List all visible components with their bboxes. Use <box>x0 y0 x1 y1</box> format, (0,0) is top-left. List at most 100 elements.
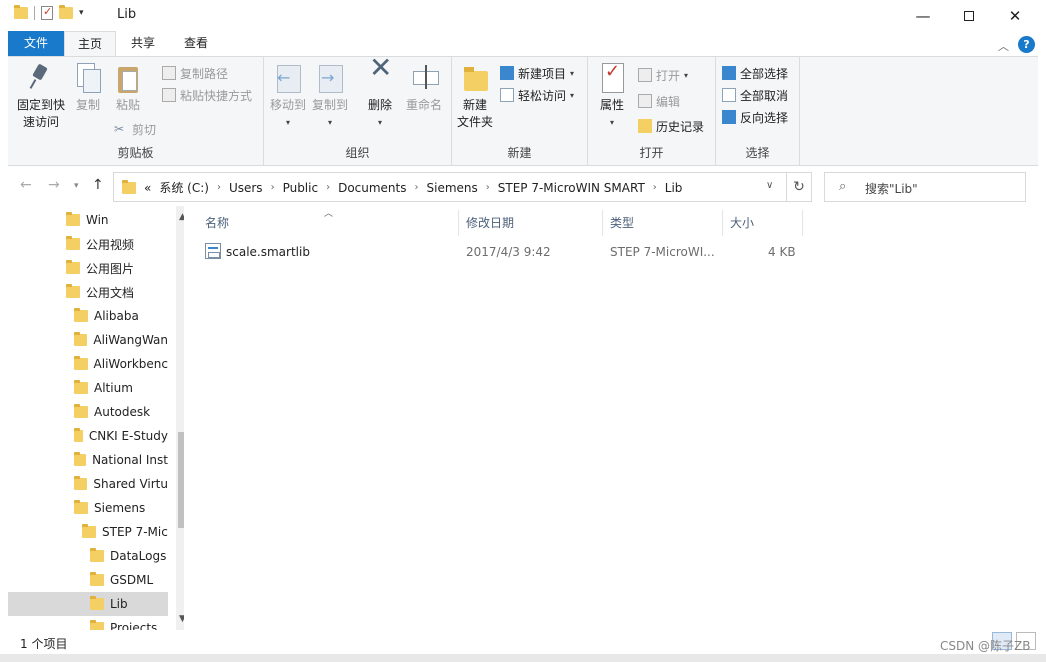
nav-pane-scrollbar[interactable]: ▲ ▼ <box>176 206 184 630</box>
rename-button[interactable]: 重命名 <box>402 63 446 114</box>
chevron-right-icon[interactable]: › <box>271 182 275 193</box>
scrollbar-thumb[interactable] <box>178 432 184 528</box>
tree-item[interactable]: STEP 7-Mic <box>8 520 168 544</box>
breadcrumb-drive[interactable]: 系统 (C:) <box>159 179 209 196</box>
chevron-right-icon[interactable]: › <box>217 182 221 193</box>
tree-item[interactable]: 公用视频 <box>8 232 168 256</box>
address-bar[interactable]: « 系统 (C:) › Users › Public › Documents ›… <box>113 172 787 202</box>
recent-locations-chevron-icon[interactable]: ▾ <box>74 181 79 191</box>
tree-item[interactable]: CNKI E-Study <box>8 424 168 448</box>
cut-button[interactable]: ✂ 剪切 <box>114 120 156 138</box>
tree-item[interactable]: Win <box>8 208 168 232</box>
chevron-right-icon[interactable]: › <box>326 182 330 193</box>
copy-to-icon <box>317 63 343 93</box>
move-to-button[interactable]: 移动到 ▾ <box>268 63 308 131</box>
history-button[interactable]: 历史记录 <box>638 117 704 135</box>
paste-button[interactable]: 粘贴 <box>110 63 146 114</box>
cut-label: 剪切 <box>132 122 157 137</box>
column-header-size[interactable]: 大小 <box>730 214 754 236</box>
tree-item[interactable]: 公用图片 <box>8 256 168 280</box>
collapse-ribbon-chevron-icon[interactable]: ︿ <box>998 38 1009 54</box>
new-folder-button[interactable]: 新建 文件夹 <box>454 63 496 131</box>
breadcrumb-step7[interactable]: STEP 7-MicroWIN SMART <box>498 181 645 195</box>
paste-icon <box>115 63 141 93</box>
column-header-name[interactable]: 名称 <box>205 214 229 236</box>
breadcrumb-siemens[interactable]: Siemens <box>427 181 478 195</box>
properties-quick-icon[interactable] <box>41 5 53 20</box>
tree-item-selected[interactable]: Lib <box>8 592 168 616</box>
forward-arrow-icon[interactable]: → <box>48 177 60 193</box>
chevron-right-icon[interactable]: › <box>486 182 490 193</box>
tab-view[interactable]: 查看 <box>170 31 222 56</box>
tree-item[interactable]: Shared Virtu <box>8 472 168 496</box>
chevron-right-icon[interactable]: › <box>415 182 419 193</box>
tree-item[interactable]: Siemens <box>8 496 168 520</box>
folder-icon <box>90 548 104 562</box>
tree-item[interactable]: Alibaba <box>8 304 168 328</box>
copy-path-button[interactable]: 复制路径 <box>162 64 228 82</box>
title-bar: ▾ Lib — ✕ <box>0 0 1046 31</box>
tree-item-label: STEP 7-Mic <box>102 525 168 539</box>
easy-access-button[interactable]: 轻松访问 ▾ <box>500 86 574 104</box>
back-arrow-icon[interactable]: ← <box>20 177 32 193</box>
tree-item[interactable]: Projects <box>8 616 168 630</box>
column-header-modified[interactable]: 修改日期 <box>466 214 514 236</box>
minimize-icon: — <box>915 6 931 25</box>
tree-item-label: DataLogs <box>110 549 167 563</box>
column-divider[interactable] <box>602 210 603 236</box>
tab-home[interactable]: 主页 <box>64 31 116 56</box>
tree-item[interactable]: AliWangWan <box>8 328 168 352</box>
select-none-label: 全部取消 <box>740 88 789 103</box>
watermark: CSDN @陈子ZB <box>940 639 1031 653</box>
tree-item[interactable]: DataLogs <box>8 544 168 568</box>
new-folder-label-line2: 文件夹 <box>456 115 493 129</box>
address-history-chevron-down-icon[interactable]: ∨ <box>766 180 773 191</box>
new-folder-quick-icon[interactable] <box>59 5 73 19</box>
delete-button[interactable]: 删除 ▾ <box>360 59 400 131</box>
pin-quick-access-button[interactable]: 固定到快 速访问 <box>14 63 68 131</box>
paste-shortcut-button[interactable]: 粘贴快捷方式 <box>162 86 252 104</box>
tab-share[interactable]: 共享 <box>118 31 168 56</box>
column-header-type[interactable]: 类型 <box>610 214 634 236</box>
breadcrumb-users[interactable]: Users <box>229 181 263 195</box>
breadcrumb-lib[interactable]: Lib <box>665 181 683 195</box>
tree-item[interactable]: AliWorkbenc <box>8 352 168 376</box>
new-item-button[interactable]: 新建项目 ▾ <box>500 64 574 82</box>
breadcrumb-overflow[interactable]: « <box>144 181 151 195</box>
file-row[interactable]: scale.smartlib 2017/4/3 9:42 STEP 7-Micr… <box>196 242 816 262</box>
tree-item[interactable]: Altium <box>8 376 168 400</box>
breadcrumb-public[interactable]: Public <box>283 181 319 195</box>
up-arrow-icon[interactable]: ↑ <box>92 177 104 193</box>
open-button[interactable]: 打开 ▾ <box>638 66 688 84</box>
column-divider[interactable] <box>802 210 803 236</box>
tree-item[interactable]: GSDML <box>8 568 168 592</box>
breadcrumb-documents[interactable]: Documents <box>338 181 406 195</box>
invert-selection-button[interactable]: 反向选择 <box>722 108 788 126</box>
file-type: STEP 7-MicroWI... <box>610 245 715 259</box>
tree-item[interactable]: Autodesk <box>8 400 168 424</box>
edit-button[interactable]: 编辑 <box>638 92 680 110</box>
select-none-button[interactable]: 全部取消 <box>722 86 788 104</box>
folder-icon <box>122 179 136 194</box>
select-all-button[interactable]: 全部选择 <box>722 64 788 82</box>
properties-button[interactable]: 属性 ▾ <box>594 63 630 131</box>
search-box[interactable]: ⌕ 搜索"Lib" <box>824 172 1026 202</box>
column-divider[interactable] <box>722 210 723 236</box>
open-chevron-down-icon: ▾ <box>684 70 689 80</box>
help-icon[interactable]: ? <box>1018 36 1035 53</box>
maximize-button[interactable] <box>946 0 992 31</box>
copy-button[interactable]: 复制 <box>70 63 106 114</box>
refresh-button[interactable]: ↻ <box>786 172 812 202</box>
customize-toolbar-chevron-icon[interactable]: ▾ <box>79 8 84 18</box>
close-button[interactable]: ✕ <box>992 0 1038 31</box>
tree-item[interactable]: National Inst <box>8 448 168 472</box>
scroll-up-icon[interactable]: ▲ <box>179 212 184 222</box>
tree-item[interactable]: 公用文档 <box>8 280 168 304</box>
minimize-button[interactable]: — <box>900 0 946 31</box>
move-to-chevron-down-icon: ▾ <box>285 118 290 127</box>
scroll-down-icon[interactable]: ▼ <box>179 614 184 624</box>
column-divider[interactable] <box>458 210 459 236</box>
copy-to-button[interactable]: 复制到 ▾ <box>310 63 350 131</box>
tab-file[interactable]: 文件 <box>8 31 64 56</box>
chevron-right-icon[interactable]: › <box>653 182 657 193</box>
